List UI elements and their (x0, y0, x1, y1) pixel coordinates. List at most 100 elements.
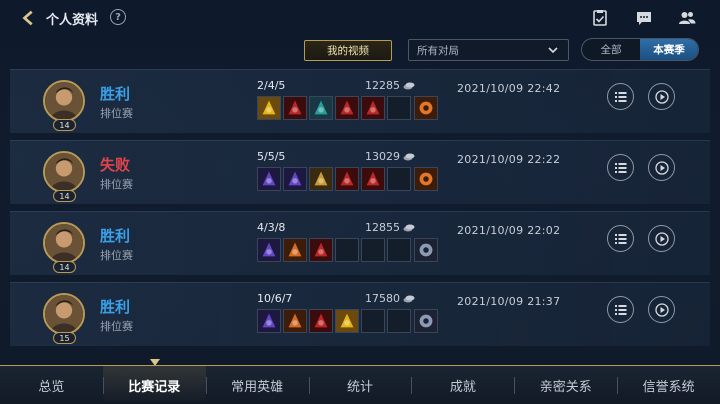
hero-level-badge: 15 (53, 332, 76, 344)
match-result: 失败 (100, 156, 131, 174)
item-icon[interactable] (335, 309, 359, 333)
gold-value: 13029 (365, 150, 400, 163)
item-icon[interactable] (257, 309, 281, 333)
match-datetime: 2021/10/09 22:02 (457, 224, 561, 237)
match-result: 胜利 (100, 298, 131, 316)
nav-tab-achievements[interactable]: 成就 (411, 366, 514, 404)
my-videos-button[interactable]: 我的视频 (304, 40, 392, 61)
chat-icon[interactable] (634, 8, 654, 28)
play-icon (654, 160, 669, 175)
match-result: 胜利 (100, 227, 131, 245)
season-option-current[interactable]: 本赛季 (640, 39, 698, 60)
item-build (257, 309, 438, 333)
friends-icon[interactable] (677, 8, 697, 28)
item-slot-empty (387, 309, 411, 333)
kda-score: 10/6/7 (257, 292, 293, 305)
match-mode-select[interactable]: 所有对局 (408, 39, 569, 61)
match-replay-button[interactable] (648, 296, 675, 323)
match-replay-button[interactable] (648, 83, 675, 110)
item-icon[interactable] (283, 238, 307, 262)
trinket-icon[interactable] (414, 167, 438, 191)
nav-tab-overview[interactable]: 总览 (0, 366, 103, 404)
item-icon[interactable] (309, 309, 333, 333)
gold-coins-icon (403, 295, 415, 302)
gold-earned: 12285 (365, 79, 415, 92)
match-datetime: 2021/10/09 21:37 (457, 295, 561, 308)
checklist-icon[interactable] (590, 8, 610, 28)
item-icon[interactable] (361, 167, 385, 191)
item-icon[interactable] (257, 167, 281, 191)
match-result: 胜利 (100, 85, 131, 103)
hero-avatar[interactable] (43, 222, 85, 264)
item-slot-empty (387, 167, 411, 191)
item-slot-empty (387, 96, 411, 120)
season-toggle: 全部 本赛季 (581, 38, 699, 61)
item-icon[interactable] (361, 96, 385, 120)
match-datetime: 2021/10/09 22:22 (457, 153, 561, 166)
season-option-all[interactable]: 全部 (582, 39, 640, 60)
hero-avatar[interactable] (43, 293, 85, 335)
match-row[interactable]: 14 胜利 排位赛 4/3/8 12855 2021/10/09 22:02 (10, 211, 710, 275)
item-icon[interactable] (309, 167, 333, 191)
match-replay-button[interactable] (648, 154, 675, 181)
kda-score: 2/4/5 (257, 79, 286, 92)
item-icon[interactable] (335, 96, 359, 120)
item-icon[interactable] (257, 238, 281, 262)
gold-earned: 13029 (365, 150, 415, 163)
item-icon[interactable] (335, 167, 359, 191)
hero-avatar[interactable] (43, 80, 85, 122)
match-details-button[interactable] (607, 296, 634, 323)
bottom-nav: 总览 比赛记录 常用英雄 统计 成就 亲密关系 信誉系统 (0, 365, 720, 404)
help-icon[interactable]: ? (110, 9, 126, 25)
play-icon (654, 89, 669, 104)
kda-score: 5/5/5 (257, 150, 286, 163)
header: 个人资料 ? (0, 0, 720, 36)
nav-tab-match-history[interactable]: 比赛记录 (102, 366, 206, 404)
gold-earned: 17580 (365, 292, 415, 305)
play-icon (654, 302, 669, 317)
page-title: 个人资料 (46, 13, 99, 28)
item-slot-empty (387, 238, 411, 262)
item-build (257, 238, 438, 262)
hero-avatar[interactable] (43, 151, 85, 193)
item-slot-empty (335, 238, 359, 262)
item-icon[interactable] (283, 167, 307, 191)
queue-type: 排位赛 (100, 320, 133, 333)
back-button[interactable] (18, 8, 40, 28)
match-row[interactable]: 14 失败 排位赛 5/5/5 13029 2021/10/09 22:22 (10, 140, 710, 204)
match-details-button[interactable] (607, 154, 634, 181)
nav-tab-relationships[interactable]: 亲密关系 (514, 366, 617, 404)
match-datetime: 2021/10/09 22:42 (457, 82, 561, 95)
match-details-button[interactable] (607, 83, 634, 110)
item-slot-empty (361, 238, 385, 262)
item-build (257, 96, 438, 120)
list-icon (614, 91, 626, 102)
item-icon[interactable] (309, 96, 333, 120)
hero-level-badge: 14 (53, 190, 76, 202)
match-mode-value: 所有对局 (417, 44, 459, 57)
match-row[interactable]: 14 胜利 排位赛 2/4/5 12285 2021/10/09 22:42 (10, 69, 710, 133)
list-icon (614, 162, 626, 173)
trinket-icon[interactable] (414, 238, 438, 262)
hero-level-badge: 14 (53, 261, 76, 273)
match-row[interactable]: 15 胜利 排位赛 10/6/7 17580 2021/10/09 21:37 (10, 282, 710, 346)
nav-tab-reputation[interactable]: 信誉系统 (617, 366, 720, 404)
trinket-icon[interactable] (414, 96, 438, 120)
trinket-icon[interactable] (414, 309, 438, 333)
item-icon[interactable] (283, 309, 307, 333)
gold-coins-icon (403, 82, 415, 89)
gold-earned: 12855 (365, 221, 415, 234)
match-details-button[interactable] (607, 225, 634, 252)
item-icon[interactable] (257, 96, 281, 120)
queue-type: 排位赛 (100, 249, 133, 262)
nav-tab-heroes[interactable]: 常用英雄 (205, 366, 309, 404)
item-build (257, 167, 438, 191)
gold-value: 12855 (365, 221, 400, 234)
hero-level-badge: 14 (53, 119, 76, 131)
queue-type: 排位赛 (100, 178, 133, 191)
nav-tab-stats[interactable]: 统计 (308, 366, 412, 404)
item-icon[interactable] (283, 96, 307, 120)
match-replay-button[interactable] (648, 225, 675, 252)
gold-value: 12285 (365, 79, 400, 92)
item-icon[interactable] (309, 238, 333, 262)
